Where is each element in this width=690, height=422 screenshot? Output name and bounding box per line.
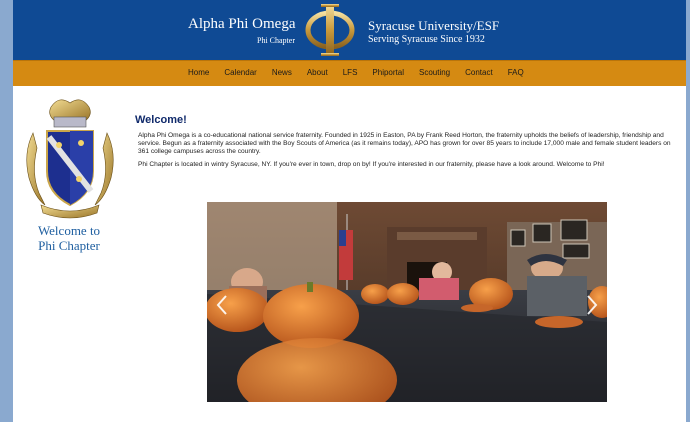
- site-header: Alpha Phi Omega Phi Chapter Syracuse Uni…: [13, 0, 686, 60]
- nav-phiportal[interactable]: Phiportal: [372, 68, 404, 77]
- nav-calendar[interactable]: Calendar: [224, 68, 256, 77]
- slideshow-photo[interactable]: [207, 202, 607, 402]
- page-container: Alpha Phi Omega Phi Chapter Syracuse Uni…: [13, 0, 686, 422]
- page-title: Welcome!: [135, 114, 187, 126]
- sidebar-welcome-line1: Welcome to: [37, 223, 101, 238]
- nav-scouting[interactable]: Scouting: [419, 68, 450, 77]
- pumpkin-carving-photo: [207, 202, 607, 402]
- university-name: Syracuse University/ESF: [368, 18, 500, 33]
- nav-home[interactable]: Home: [188, 68, 209, 77]
- sidebar-welcome: Welcome to Phi Chapter: [23, 223, 115, 253]
- nav-lfs[interactable]: LFS: [343, 68, 358, 77]
- sidebar-welcome-line2: Phi Chapter: [38, 238, 100, 253]
- nav-news[interactable]: News: [272, 68, 292, 77]
- chapter-name: Phi Chapter: [257, 36, 295, 45]
- main-nav: Home Calendar News About LFS Phiportal S…: [13, 60, 686, 86]
- nav-faq[interactable]: FAQ: [508, 68, 524, 77]
- org-name: Alpha Phi Omega: [188, 16, 296, 32]
- slideshow-next-icon[interactable]: [585, 294, 599, 316]
- nav-about[interactable]: About: [307, 68, 328, 77]
- fraternity-crest-icon: [26, 99, 114, 219]
- location-paragraph: Phi Chapter is located in wintry Syracus…: [138, 161, 605, 168]
- slideshow-prev-icon[interactable]: [215, 294, 229, 316]
- phi-logo-icon[interactable]: [300, 2, 360, 58]
- tagline: Serving Syracuse Since 1932: [368, 34, 485, 45]
- nav-contact[interactable]: Contact: [465, 68, 493, 77]
- intro-paragraph: Alpha Phi Omega is a co-educational nati…: [138, 132, 671, 155]
